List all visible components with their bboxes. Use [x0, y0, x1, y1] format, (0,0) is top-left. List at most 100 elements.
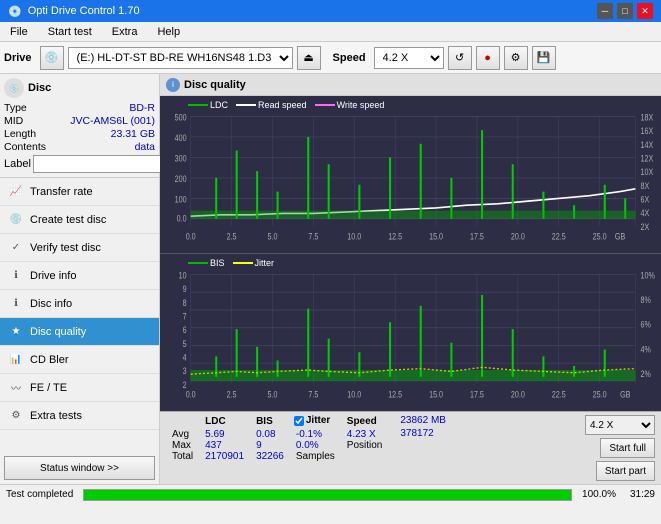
- cd-bler-icon: 📊: [8, 352, 24, 368]
- svg-text:17.5: 17.5: [470, 230, 484, 241]
- avg-speed: 4.23 X: [341, 429, 389, 440]
- svg-text:500: 500: [175, 112, 187, 123]
- write-speed-legend-label: Write speed: [337, 100, 385, 110]
- write-speed-legend: Write speed: [315, 100, 385, 110]
- jitter-checkbox[interactable]: [294, 416, 304, 426]
- svg-text:2%: 2%: [641, 368, 652, 379]
- app-icon: 💿: [8, 5, 22, 18]
- ldc-header: LDC: [199, 415, 250, 429]
- read-speed-legend: Read speed: [236, 100, 307, 110]
- nav-label-disc-quality: Disc quality: [30, 326, 86, 338]
- top-legend: LDC Read speed Write speed: [188, 100, 384, 110]
- app-title: Opti Drive Control 1.70: [28, 5, 140, 17]
- bis-header: BIS: [250, 415, 290, 429]
- menu-extra[interactable]: Extra: [106, 24, 144, 40]
- samples-value-row: 378172: [400, 428, 446, 439]
- minimize-button[interactable]: ─: [597, 3, 613, 19]
- menu-start-test[interactable]: Start test: [42, 24, 98, 40]
- svg-text:16X: 16X: [641, 125, 654, 136]
- settings-button[interactable]: ⚙: [504, 46, 528, 70]
- status-text: Test completed: [6, 489, 73, 500]
- status-window-button[interactable]: Status window >>: [4, 456, 155, 480]
- fe-te-icon: 〰: [8, 380, 24, 396]
- svg-text:25.0: 25.0: [593, 230, 607, 241]
- sidebar: 💿 Disc Type BD-R MID JVC-AMS6L (001) Len…: [0, 74, 160, 484]
- svg-text:22.5: 22.5: [552, 230, 566, 241]
- verify-test-disc-icon: ✓: [8, 240, 24, 256]
- speed-selector[interactable]: 4.2 X: [374, 47, 444, 69]
- svg-text:10.0: 10.0: [347, 230, 361, 241]
- burn-button[interactable]: ●: [476, 46, 500, 70]
- nav-cd-bler[interactable]: 📊 CD Bler: [0, 346, 159, 374]
- svg-text:4: 4: [183, 351, 187, 362]
- svg-text:6: 6: [183, 324, 187, 335]
- svg-text:0.0: 0.0: [186, 388, 196, 399]
- col-spacer: Jitter: [290, 415, 341, 429]
- svg-text:7.5: 7.5: [308, 388, 318, 399]
- progress-fill: [84, 490, 571, 500]
- nav-create-test-disc[interactable]: 💿 Create test disc: [0, 206, 159, 234]
- position-value: 23862 MB: [400, 415, 446, 426]
- chart-header-icon: i: [166, 78, 180, 92]
- nav-disc-info[interactable]: ℹ Disc info: [0, 290, 159, 318]
- max-ldc: 437: [199, 440, 250, 451]
- max-row: Max 437 9 0.0% Position: [166, 440, 388, 451]
- avg-bis: 0.08: [250, 429, 290, 440]
- jitter-color: [233, 262, 253, 264]
- type-value: BD-R: [129, 102, 155, 114]
- max-jitter: 0.0%: [290, 440, 341, 451]
- svg-text:12.5: 12.5: [388, 388, 402, 399]
- avg-jitter: -0.1%: [290, 429, 341, 440]
- nav-verify-test-disc[interactable]: ✓ Verify test disc: [0, 234, 159, 262]
- charts-container: LDC Read speed Write speed: [160, 96, 661, 411]
- svg-text:8X: 8X: [641, 180, 650, 191]
- avg-label: Avg: [166, 429, 199, 440]
- svg-text:2: 2: [183, 379, 187, 390]
- speed-header: Speed: [341, 415, 389, 429]
- svg-text:8%: 8%: [641, 294, 652, 305]
- nav-drive-info[interactable]: ℹ Drive info: [0, 262, 159, 290]
- disc-label-row: Label 🔍: [4, 155, 155, 173]
- nav-transfer-rate[interactable]: 📈 Transfer rate: [0, 178, 159, 206]
- jitter-header: Jitter: [306, 415, 330, 426]
- svg-text:0.0: 0.0: [177, 213, 187, 224]
- bottom-status-bar: Test completed 100.0% 31:29: [0, 484, 661, 504]
- save-button[interactable]: 💾: [532, 46, 556, 70]
- maximize-button[interactable]: □: [617, 3, 633, 19]
- ldc-legend-label: LDC: [210, 100, 228, 110]
- menu-help[interactable]: Help: [151, 24, 186, 40]
- start-part-button[interactable]: Start part: [596, 461, 655, 481]
- svg-text:15.0: 15.0: [429, 388, 443, 399]
- top-chart: LDC Read speed Write speed: [160, 96, 661, 254]
- close-button[interactable]: ✕: [637, 3, 653, 19]
- refresh-button[interactable]: ↺: [448, 46, 472, 70]
- menu-file[interactable]: File: [4, 24, 34, 40]
- label-field-label: Label: [4, 158, 31, 170]
- svg-text:6X: 6X: [641, 193, 650, 204]
- start-full-button[interactable]: Start full: [600, 438, 655, 458]
- eject-button[interactable]: ⏏: [297, 46, 321, 70]
- svg-text:20.0: 20.0: [511, 388, 525, 399]
- nav-label-verify-test-disc: Verify test disc: [30, 242, 101, 254]
- nav-fe-te[interactable]: 〰 FE / TE: [0, 374, 159, 402]
- bis-color: [188, 262, 208, 264]
- svg-text:4%: 4%: [641, 343, 652, 354]
- svg-text:25.0: 25.0: [593, 388, 607, 399]
- svg-text:5.0: 5.0: [267, 388, 277, 399]
- ldc-color: [188, 104, 208, 106]
- nav-label-create-test-disc: Create test disc: [30, 214, 106, 226]
- drive-icon-btn[interactable]: 💿: [40, 46, 64, 70]
- create-test-disc-icon: 💿: [8, 212, 24, 228]
- label-input[interactable]: [33, 155, 171, 173]
- bis-legend-label: BIS: [210, 258, 225, 268]
- nav-extra-tests[interactable]: ⚙ Extra tests: [0, 402, 159, 430]
- svg-text:7: 7: [183, 310, 187, 321]
- svg-text:20.0: 20.0: [511, 230, 525, 241]
- position-value-row: 23862 MB: [400, 415, 446, 426]
- test-speed-selector[interactable]: 4.2 X: [585, 415, 655, 435]
- svg-text:GB: GB: [615, 230, 626, 241]
- svg-text:100: 100: [175, 193, 187, 204]
- nav-disc-quality[interactable]: ★ Disc quality: [0, 318, 159, 346]
- drive-selector[interactable]: (E:) HL-DT-ST BD-RE WH16NS48 1.D3: [68, 47, 293, 69]
- read-speed-color: [236, 104, 256, 106]
